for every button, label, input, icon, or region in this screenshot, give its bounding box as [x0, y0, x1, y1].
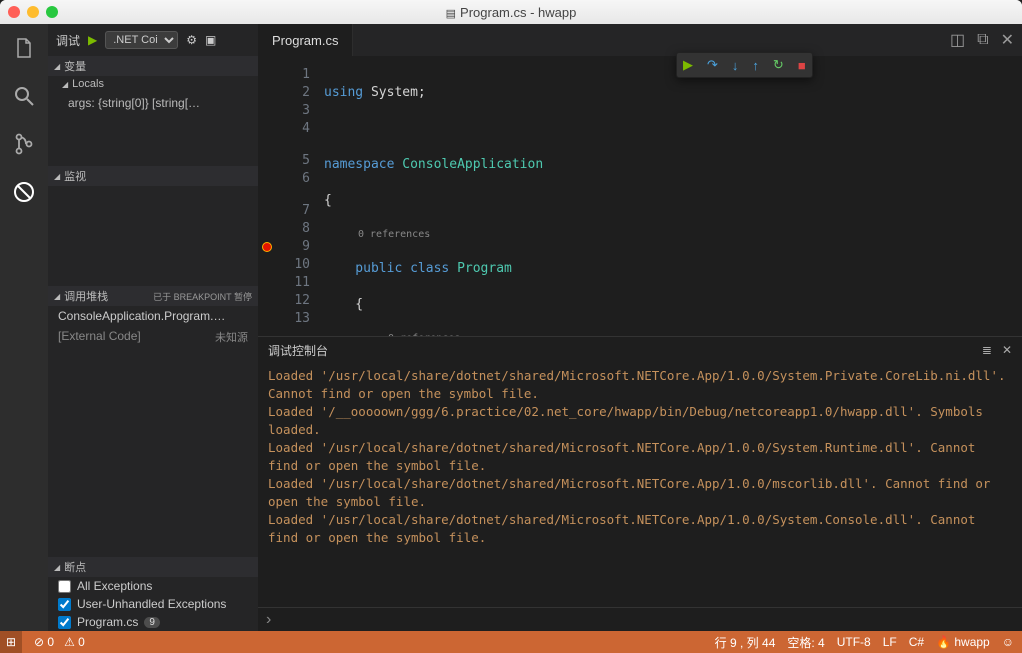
eol-info[interactable]: LF — [883, 635, 897, 649]
git-branch[interactable]: 🔥 hwapp — [936, 635, 990, 649]
status-errors[interactable]: ⊘ 0 — [34, 635, 54, 649]
section-callstack[interactable]: ◢调用堆栈已于 BREAKPOINT 暂停 — [48, 286, 258, 306]
window-title: Program.cs - hwapp — [460, 5, 576, 20]
console-icon[interactable]: ▣ — [205, 33, 216, 47]
remote-icon[interactable]: ⊞ — [0, 631, 22, 653]
file-icon: ▤ — [446, 8, 456, 20]
console-output[interactable]: Loaded '/usr/local/share/dotnet/shared/M… — [258, 363, 1022, 607]
variable-args[interactable]: args: {string[0]} [string[… — [68, 96, 250, 110]
bp-all-exceptions[interactable]: All Exceptions — [48, 577, 258, 595]
step-over-icon[interactable]: ↷ — [707, 57, 718, 73]
cursor-position[interactable]: 行 9 , 列 44 — [715, 634, 776, 651]
activity-bar — [0, 24, 48, 631]
code-editor[interactable]: 1234 56 78910111213 using System; namesp… — [258, 56, 1022, 336]
section-watch[interactable]: ◢监视 — [48, 166, 258, 186]
bp-program[interactable]: Program.cs9 — [48, 613, 258, 631]
editor-tabs: Program.cs ◫ ⧉ ✕ — [258, 24, 1022, 56]
debug-toolbar[interactable]: ▶ ↷ ↓ ↑ ↻ ■ — [676, 52, 813, 78]
close-panel-icon[interactable]: ✕ — [1002, 343, 1012, 357]
restart-icon[interactable]: ↻ — [773, 57, 784, 73]
open-changes-icon[interactable]: ⧉ — [977, 31, 988, 49]
stop-icon[interactable]: ■ — [798, 58, 806, 73]
debug-config-select[interactable]: .NET Coi — [105, 31, 178, 49]
status-bar: ⊞ ⊘ 0 ⚠ 0 行 9 , 列 44 空格: 4 UTF-8 LF C# 🔥… — [0, 631, 1022, 653]
bp-user-exceptions[interactable]: User-Unhandled Exceptions — [48, 595, 258, 613]
debug-sidebar: 调试 ▶ .NET Coi ⚙ ▣ ◢变量 ◢Locals args: {str… — [48, 24, 258, 631]
indent-info[interactable]: 空格: 4 — [787, 634, 824, 651]
language-mode[interactable]: C# — [909, 635, 924, 649]
continue-icon[interactable]: ▶ — [683, 57, 693, 73]
titlebar: ▤ Program.cs - hwapp — [0, 0, 1022, 24]
split-editor-icon[interactable]: ◫ — [950, 30, 965, 50]
search-icon[interactable] — [10, 82, 38, 110]
line-gutter: 1234 56 78910111213 — [276, 56, 318, 336]
status-warnings[interactable]: ⚠ 0 — [64, 635, 85, 649]
stack-frame-1[interactable]: [External Code]未知源 — [48, 326, 258, 348]
step-out-icon[interactable]: ↑ — [752, 58, 759, 73]
panel-title: 调试控制台 — [268, 342, 328, 359]
sidebar-title: 调试 — [56, 32, 80, 49]
section-variables[interactable]: ◢变量 — [48, 56, 258, 76]
feedback-icon[interactable]: ☺ — [1002, 635, 1014, 649]
console-input[interactable]: › — [258, 607, 1022, 631]
step-into-icon[interactable]: ↓ — [732, 58, 739, 73]
more-icon[interactable]: ✕ — [1001, 30, 1014, 50]
debug-icon[interactable] — [10, 178, 38, 206]
section-breakpoints[interactable]: ◢断点 — [48, 557, 258, 577]
source-control-icon[interactable] — [10, 130, 38, 158]
debug-console-panel: 调试控制台 ≣ ✕ Loaded '/usr/local/share/dotne… — [258, 336, 1022, 631]
tab-program-cs[interactable]: Program.cs — [258, 24, 353, 56]
explorer-icon[interactable] — [10, 34, 38, 62]
clear-console-icon[interactable]: ≣ — [982, 343, 992, 357]
section-locals[interactable]: ◢Locals — [48, 76, 258, 92]
breakpoint-indicator[interactable] — [262, 242, 272, 252]
stack-frame-0[interactable]: ConsoleApplication.Program.… — [48, 306, 258, 326]
start-debug-icon[interactable]: ▶ — [88, 33, 97, 47]
encoding-info[interactable]: UTF-8 — [837, 635, 871, 649]
gear-icon[interactable]: ⚙ — [186, 33, 197, 47]
